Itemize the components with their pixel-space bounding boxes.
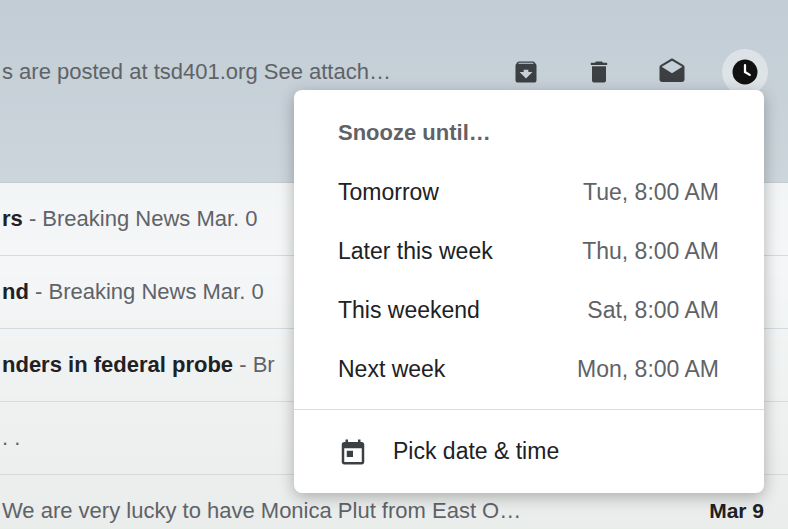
email-sender: rs	[2, 206, 23, 231]
email-snippet: - Breaking News Mar. 0	[35, 279, 264, 304]
email-date: Mar 9	[697, 495, 788, 527]
option-label: This weekend	[338, 293, 480, 328]
pick-date-option[interactable]: Pick date & time	[294, 410, 764, 493]
calendar-icon	[338, 437, 368, 467]
delete-icon[interactable]	[576, 49, 622, 95]
snooze-option[interactable]: Next week Mon, 8:00 AM	[294, 340, 764, 399]
menu-divider	[294, 409, 764, 410]
option-time: Tue, 8:00 AM	[583, 175, 719, 210]
email-snippet: . .	[2, 425, 20, 450]
option-label: Next week	[338, 352, 445, 387]
option-time: Mon, 8:00 AM	[577, 352, 719, 387]
menu-title: Snooze until…	[294, 90, 764, 163]
option-label: Later this week	[338, 234, 493, 269]
option-label: Tomorrow	[338, 175, 439, 210]
snooze-menu: Snooze until… Tomorrow Tue, 8:00 AM Later t…	[294, 90, 764, 493]
snooze-option[interactable]: Later this week Thu, 8:00 AM	[294, 222, 764, 281]
email-sender: nders in federal probe	[2, 352, 233, 377]
email-snippet: s are posted at tsd401.org See attach…	[0, 57, 503, 87]
snooze-option[interactable]: This weekend Sat, 8:00 AM	[294, 281, 764, 340]
email-sender: nd	[2, 279, 29, 304]
snooze-option[interactable]: Tomorrow Tue, 8:00 AM	[294, 163, 764, 222]
mark-read-icon[interactable]	[649, 49, 695, 95]
option-time: Sat, 8:00 AM	[587, 293, 719, 328]
email-snippet: We are very lucky to have Monica Plut fr…	[2, 498, 521, 523]
option-time: Thu, 8:00 AM	[582, 234, 719, 269]
mail-list-view: s are posted at tsd401.org See attach… rs…	[0, 0, 788, 529]
email-snippet: - Br	[239, 352, 274, 377]
email-snippet: - Breaking News Mar. 0	[29, 206, 258, 231]
snooze-clock-icon[interactable]	[722, 49, 768, 95]
archive-icon[interactable]	[503, 49, 549, 95]
email-line: We are very lucky to have Monica Plut fr…	[0, 496, 697, 526]
pick-date-label: Pick date & time	[393, 434, 559, 469]
